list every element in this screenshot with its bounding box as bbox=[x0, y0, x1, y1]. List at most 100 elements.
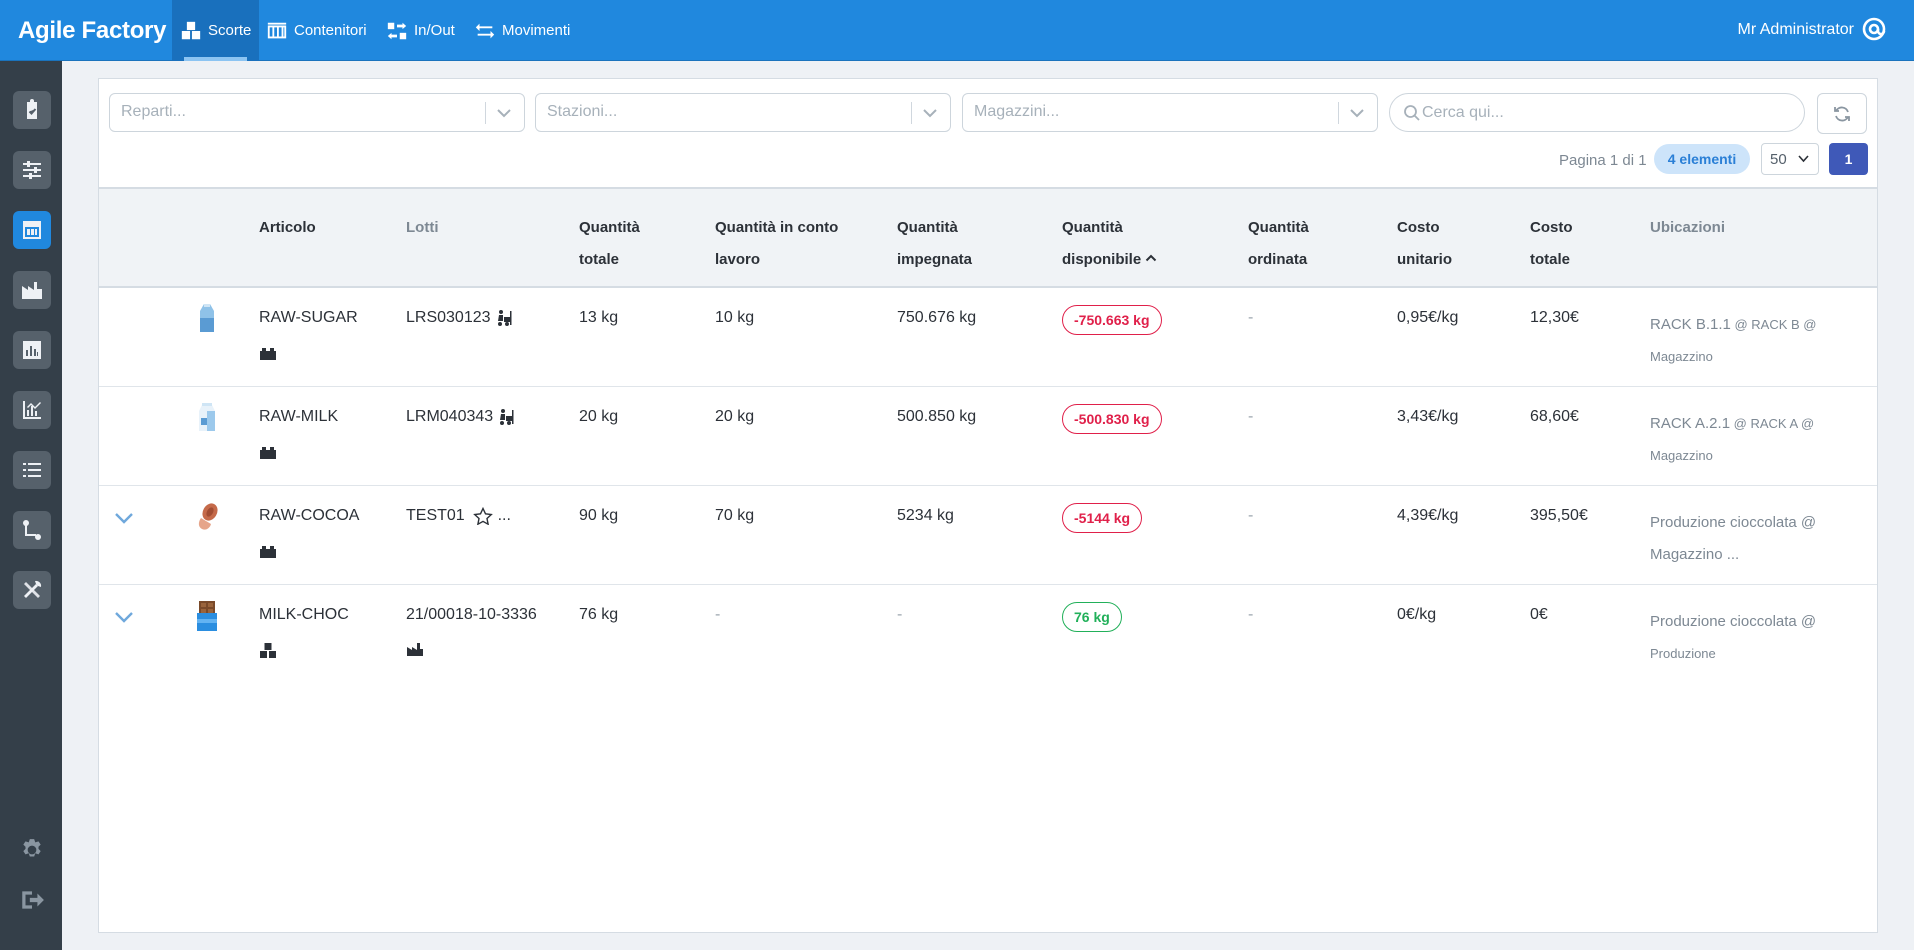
quantita-impegnata: 500.850 kg bbox=[897, 408, 977, 425]
sidebar-item-settings-sliders[interactable] bbox=[13, 151, 51, 189]
tools-icon bbox=[24, 580, 42, 598]
nav-tab-contenitori[interactable]: Contenitori bbox=[258, 0, 375, 61]
chevron-down-icon bbox=[1350, 109, 1364, 118]
quantita-totale: 13 kg bbox=[579, 309, 619, 326]
select-separator bbox=[485, 102, 486, 124]
quantita-conto-lavoro: 10 kg bbox=[715, 309, 755, 326]
refresh-button[interactable] bbox=[1817, 93, 1867, 134]
per-page-select[interactable]: 50 bbox=[1761, 143, 1819, 175]
sidebar-item-list[interactable] bbox=[13, 451, 51, 489]
cocoa-product-icon bbox=[198, 503, 218, 530]
star-icon[interactable] bbox=[473, 506, 494, 526]
select-placeholder: Reparti... bbox=[121, 103, 186, 120]
warehouse-icon bbox=[23, 221, 41, 239]
chevron-down-icon[interactable] bbox=[113, 609, 135, 625]
reparti-select[interactable]: Reparti... bbox=[109, 93, 525, 132]
table-row[interactable]: RAW-COCOA TEST01 ... 90 kg 70 kg 5234 kg… bbox=[99, 486, 1877, 585]
chocolate-product-icon bbox=[197, 601, 217, 631]
table-row[interactable]: MILK-CHOC 21/00018-10-3336 76 kg - - 76 … bbox=[99, 585, 1877, 684]
sidebar-item-tools[interactable] bbox=[13, 571, 51, 609]
sliders-icon bbox=[23, 161, 41, 179]
quantita-conto-lavoro: - bbox=[715, 606, 721, 623]
quantita-totale: 20 kg bbox=[579, 408, 619, 425]
article-code[interactable]: RAW-COCOA bbox=[259, 507, 359, 525]
page-button-1[interactable]: 1 bbox=[1829, 143, 1868, 175]
nav-tab-in-out[interactable]: In/Out bbox=[378, 0, 463, 61]
top-navbar: Agile Factory Scorte Contenitori In/Out … bbox=[0, 0, 1914, 61]
col-header-quantita-disponibile[interactable]: Quantità disponibile bbox=[1062, 212, 1157, 276]
forklift-icon bbox=[497, 310, 512, 326]
select-placeholder: Stazioni... bbox=[547, 103, 618, 120]
user-menu-icon[interactable] bbox=[1860, 15, 1888, 43]
gear-icon bbox=[23, 839, 41, 857]
search-box bbox=[1389, 93, 1805, 132]
stazioni-select[interactable]: Stazioni... bbox=[535, 93, 951, 132]
nav-tab-movimenti[interactable]: Movimenti bbox=[466, 0, 578, 61]
search-input[interactable] bbox=[1422, 100, 1782, 126]
sidebar-item-logout[interactable] bbox=[19, 887, 45, 913]
chevron-down-icon bbox=[1798, 155, 1809, 163]
costo-totale: 395,50€ bbox=[1530, 507, 1588, 524]
magazzini-select[interactable]: Magazzini... bbox=[962, 93, 1378, 132]
refresh-icon bbox=[1834, 106, 1850, 121]
location-cell[interactable]: Produzione cioccolata @ Produzione bbox=[1650, 606, 1840, 670]
quantita-ordinata: - bbox=[1248, 309, 1254, 326]
clipboard-check-icon bbox=[25, 98, 39, 121]
table-row[interactable]: RAW-SUGAR LRS030123 13 kg 10 kg 750.676 … bbox=[99, 288, 1877, 387]
sidebar-item-reports[interactable] bbox=[13, 331, 51, 369]
costo-unitario: 0,95€/kg bbox=[1397, 309, 1459, 326]
col-header-articolo[interactable]: Articolo bbox=[259, 212, 316, 244]
stock-item-icon bbox=[260, 348, 276, 360]
sidebar-item-settings[interactable] bbox=[19, 837, 45, 863]
article-code[interactable]: MILK-CHOC bbox=[259, 606, 349, 624]
costo-unitario: 0€/kg bbox=[1397, 606, 1437, 623]
col-header-quantita-impegnata[interactable]: Quantità impegnata bbox=[897, 212, 972, 276]
location-cell[interactable]: Produzione cioccolata @ Magazzino ... bbox=[1650, 507, 1840, 571]
quantita-conto-lavoro: 20 kg bbox=[715, 408, 755, 425]
lot-cell[interactable]: LRM040343 bbox=[406, 408, 517, 426]
col-header-lotti[interactable]: Lotti bbox=[406, 212, 438, 244]
per-page-value: 50 bbox=[1770, 151, 1787, 168]
user-name[interactable]: Mr Administrator bbox=[1738, 21, 1854, 39]
col-header-costo-unitario[interactable]: Costo unitario bbox=[1397, 212, 1452, 276]
more-lots[interactable]: ... bbox=[498, 507, 511, 524]
col-header-quantita-ordinata[interactable]: Quantità ordinata bbox=[1248, 212, 1309, 276]
in-out-icon bbox=[387, 22, 407, 39]
lot-cell[interactable]: LRS030123 bbox=[406, 309, 515, 327]
quantita-totale: 90 kg bbox=[579, 507, 619, 524]
sidebar-item-routes[interactable] bbox=[13, 511, 51, 549]
app-brand[interactable]: Agile Factory bbox=[18, 17, 166, 45]
sidebar-item-production[interactable] bbox=[13, 271, 51, 309]
sidebar-item-warehouse[interactable] bbox=[13, 211, 51, 249]
sidebar-item-analytics[interactable] bbox=[13, 391, 51, 429]
article-code[interactable]: RAW-SUGAR bbox=[259, 309, 358, 327]
swap-arrows-icon bbox=[475, 23, 495, 38]
costo-totale: 0€ bbox=[1530, 606, 1548, 623]
costo-totale: 12,30€ bbox=[1530, 309, 1579, 326]
factory-icon bbox=[407, 643, 423, 656]
quantita-totale: 76 kg bbox=[579, 606, 619, 623]
nav-tab-scorte[interactable]: Scorte bbox=[172, 0, 260, 61]
col-header-ubicazioni[interactable]: Ubicazioni bbox=[1650, 212, 1725, 244]
location-cell[interactable]: RACK B.1.1 @ RACK B @ Magazzino bbox=[1650, 309, 1840, 373]
boxes-icon bbox=[181, 21, 201, 39]
location-cell[interactable]: RACK A.2.1 @ RACK A @ Magazzino bbox=[1650, 408, 1840, 472]
col-header-costo-totale[interactable]: Costo totale bbox=[1530, 212, 1573, 276]
sidebar-item-tasks[interactable] bbox=[13, 91, 51, 129]
sugar-product-icon bbox=[200, 304, 214, 332]
costo-totale: 68,60€ bbox=[1530, 408, 1579, 425]
chevron-down-icon bbox=[497, 109, 511, 118]
col-header-quantita-totale[interactable]: Quantità totale bbox=[579, 212, 640, 276]
col-header-quantita-conto-lavoro[interactable]: Quantità in conto lavoro bbox=[715, 212, 838, 276]
lot-cell[interactable]: 21/00018-10-3336 bbox=[406, 606, 537, 624]
lot-cell[interactable]: TEST01 ... bbox=[406, 506, 511, 526]
quantita-ordinata: - bbox=[1248, 507, 1254, 524]
chevron-down-icon[interactable] bbox=[113, 510, 135, 526]
article-code[interactable]: RAW-MILK bbox=[259, 408, 338, 426]
lot-code: TEST01 bbox=[406, 507, 465, 525]
list-icon bbox=[23, 463, 41, 477]
route-icon bbox=[23, 520, 41, 540]
quantita-disponibile-badge: -5144 kg bbox=[1062, 503, 1143, 533]
table-row[interactable]: RAW-MILK LRM040343 20 kg 20 kg 500.850 k… bbox=[99, 387, 1877, 486]
quantita-impegnata: 750.676 kg bbox=[897, 309, 977, 326]
